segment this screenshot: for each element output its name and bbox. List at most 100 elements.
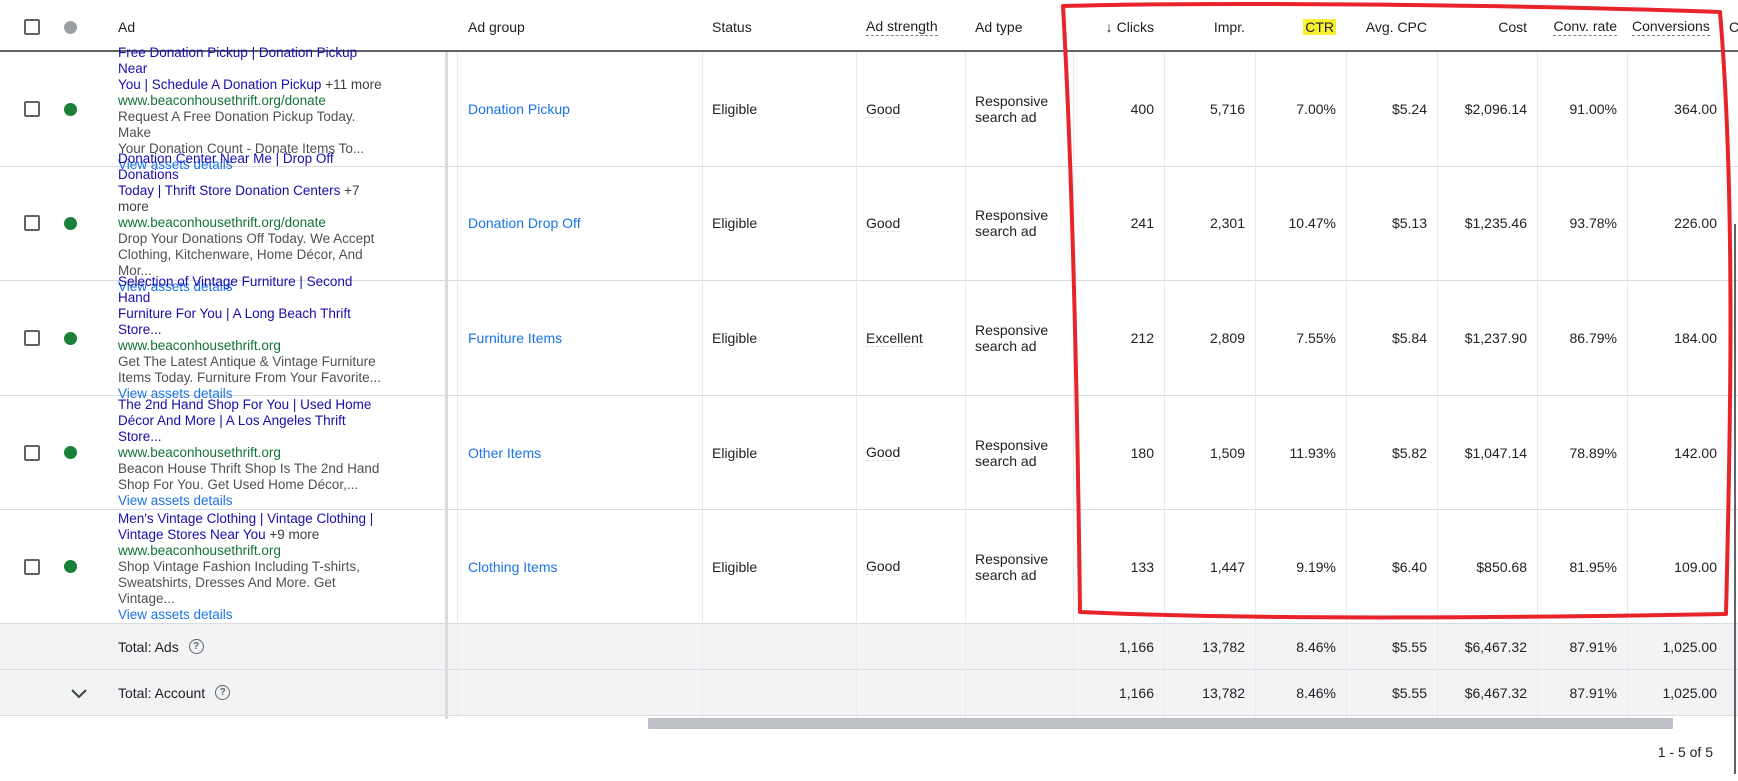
ctr-value: 9.19% (1296, 558, 1336, 575)
status-column-header[interactable] (64, 4, 94, 50)
ad-group-link[interactable]: Furniture Items (468, 281, 698, 395)
row-status-cell (64, 52, 94, 166)
total-ads-conversions: 1,025.00 (1662, 638, 1718, 655)
conv-rate-value: 93.78% (1569, 215, 1617, 231)
ctr-value: 7.55% (1296, 330, 1336, 346)
conv-rate-value: 81.95% (1569, 558, 1617, 575)
ad-headline[interactable]: Décor And More | A Los Angeles Thrift St… (118, 413, 388, 445)
ad-cell: Men's Vintage Clothing | Vintage Clothin… (118, 510, 438, 623)
ad-strength-value[interactable]: Good (866, 52, 966, 166)
ad-strength-value[interactable]: Good (866, 510, 966, 623)
select-all-checkbox-cell[interactable] (24, 4, 64, 50)
row-checkbox[interactable] (24, 330, 40, 346)
ad-cell: Free Donation Pickup | Donation Pickup N… (118, 45, 438, 172)
more-headlines-count: +9 more (269, 526, 320, 542)
ad-group-link[interactable]: Clothing Items (468, 510, 698, 623)
ad-headline[interactable]: You | Schedule A Donation Pickup +11 mor… (118, 77, 388, 93)
ctr-value: 10.47% (1288, 215, 1336, 231)
column-divider (457, 52, 458, 719)
ad-description: Beacon House Thrift Shop Is The 2nd Hand (118, 460, 380, 476)
row-checkbox-cell[interactable] (24, 396, 64, 509)
view-assets-details-link[interactable]: View assets details (118, 493, 233, 509)
row-status-cell (64, 281, 94, 395)
column-divider (1346, 52, 1347, 719)
ad-group-link[interactable]: Other Items (468, 396, 698, 509)
help-circle-icon[interactable]: ? (188, 639, 204, 654)
status-text: Eligible (712, 444, 758, 461)
status-text: Eligible (712, 330, 758, 346)
col-header-conv-rate[interactable]: Conv. rate (1537, 4, 1627, 50)
ad-headline[interactable]: Selection of Vintage Furniture | Second … (118, 274, 388, 306)
col-header-conversions[interactable]: Conversions (1632, 4, 1727, 50)
ad-headline[interactable]: Donation Center Near Me | Drop Off Donat… (118, 151, 388, 183)
column-divider (1537, 52, 1538, 719)
row-checkbox[interactable] (24, 101, 40, 117)
col-header-ad-type[interactable]: Ad type (975, 4, 1075, 50)
horizontal-scrollbar[interactable] (648, 718, 1673, 729)
row-checkbox-cell[interactable] (24, 281, 64, 395)
vertical-scrollbar[interactable] (1734, 224, 1736, 774)
ad-headline[interactable]: The 2nd Hand Shop For You | Used Home (118, 397, 388, 413)
select-all-checkbox[interactable] (24, 19, 40, 35)
column-divider (702, 52, 703, 719)
ad-description: Items Today. Furniture From Your Favorit… (118, 370, 381, 385)
table-row: Selection of Vintage Furniture | Second … (0, 274, 1738, 401)
total-ads-ctr: 8.46% (1296, 638, 1336, 655)
row-checkbox[interactable] (24, 558, 40, 575)
row-checkbox-cell[interactable] (24, 510, 64, 623)
clicks-value: 400 (1130, 101, 1154, 117)
col-header-ad-group[interactable]: Ad group (468, 4, 698, 50)
row-checkbox-cell[interactable] (24, 52, 64, 166)
col-header-impr[interactable]: Impr. (1164, 4, 1255, 50)
conv-rate-value: 78.89% (1569, 444, 1617, 461)
col-header-cut[interactable]: Co (1729, 4, 1738, 50)
total-account-cpc: $5.55 (1391, 684, 1427, 701)
col-header-clicks[interactable]: ↓ Clicks (1073, 4, 1164, 50)
ad-strength-value[interactable]: Good (866, 166, 966, 280)
clicks-value: 212 (1130, 330, 1154, 346)
conversions-value: 109.00 (1674, 558, 1717, 575)
total-ads-conv-rate: 87.91% (1569, 638, 1617, 655)
avg-cpc-value: $5.13 (1391, 215, 1427, 231)
ad-headline[interactable]: Men's Vintage Clothing | Vintage Clothin… (118, 511, 388, 527)
col-header-cost[interactable]: Cost (1437, 4, 1537, 50)
col-header-ad-strength[interactable]: Ad strength (866, 4, 966, 50)
ad-strength-value[interactable]: Good (866, 396, 966, 509)
ad-cell: The 2nd Hand Shop For You | Used Home Dé… (118, 396, 438, 509)
ad-strength-value[interactable]: Excellent (866, 281, 966, 395)
cost-value: $1,047.14 (1464, 444, 1527, 461)
total-ads-impr: 13,782 (1202, 638, 1245, 655)
ad-type-value: Responsive search ad (975, 436, 1049, 469)
view-assets-details-link[interactable]: View assets details (118, 607, 233, 623)
row-status-cell (64, 396, 94, 509)
ad-description: Shop Vintage Fashion Including T-shirts, (118, 558, 360, 574)
impr-value: 2,301 (1209, 215, 1245, 231)
ad-headline[interactable]: Today | Thrift Store Donation Centers +7… (118, 183, 388, 215)
col-header-ctr[interactable]: CTR (1255, 4, 1346, 50)
col-header-status[interactable]: Status (712, 4, 852, 50)
row-checkbox-cell[interactable] (24, 166, 64, 280)
ad-group-link[interactable]: Donation Pickup (468, 52, 698, 166)
row-checkbox[interactable] (24, 215, 40, 231)
ad-headline[interactable]: Free Donation Pickup | Donation Pickup N… (118, 45, 388, 77)
impr-value: 2,809 (1209, 330, 1245, 346)
ad-description: Drop Your Donations Off Today. We Accept (118, 231, 375, 246)
col-header-ad[interactable]: Ad (118, 4, 418, 50)
col-header-avg-cpc[interactable]: Avg. CPC (1346, 4, 1437, 50)
row-checkbox[interactable] (24, 444, 40, 461)
column-divider (1073, 52, 1074, 719)
ad-cell: Donation Center Near Me | Drop Off Donat… (118, 151, 438, 294)
ad-headline[interactable]: Vintage Stores Near You +9 more (118, 527, 388, 543)
conv-rate-value: 91.00% (1569, 101, 1617, 117)
impr-value: 1,509 (1209, 444, 1245, 461)
chevron-down-icon[interactable] (64, 670, 94, 715)
ad-display-url: www.beaconhousethrift.org (118, 542, 281, 558)
impr-value: 1,447 (1209, 558, 1245, 575)
ad-group-link[interactable]: Donation Drop Off (468, 166, 698, 280)
eligible-status-dot-icon (64, 560, 77, 573)
column-divider (1627, 52, 1628, 719)
ad-display-url: www.beaconhousethrift.org/donate (118, 215, 326, 230)
ad-headline[interactable]: Furniture For You | A Long Beach Thrift … (118, 306, 388, 338)
arrow-down-icon: ↓ (1105, 19, 1113, 35)
help-circle-icon[interactable]: ? (215, 685, 231, 700)
